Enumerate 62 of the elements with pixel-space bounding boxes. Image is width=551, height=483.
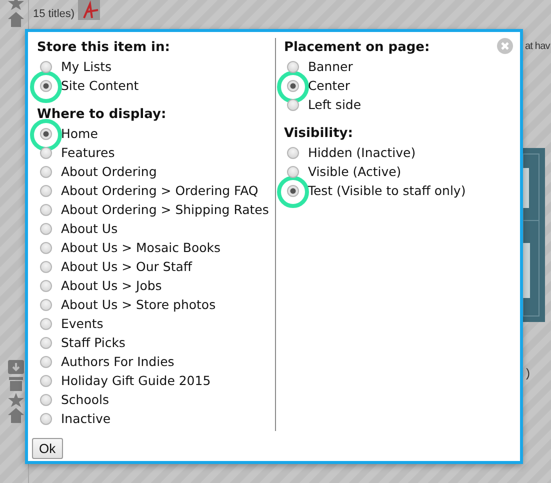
radio-option[interactable]: Left side (284, 95, 520, 114)
radio-option[interactable]: Hidden (Inactive) (284, 143, 520, 162)
radio-button[interactable] (40, 298, 52, 310)
radio-option[interactable]: About Us > Jobs (37, 276, 275, 295)
radio-button[interactable] (40, 128, 52, 140)
radio-option[interactable]: Schools (37, 390, 275, 409)
star-icon[interactable] (8, 0, 24, 10)
radio-button[interactable] (286, 60, 299, 72)
radio-option[interactable]: About Ordering > Shipping Rates (37, 200, 275, 219)
radio-option[interactable]: Holiday Gift Guide 2015 (37, 371, 275, 390)
radio-button[interactable] (40, 146, 52, 158)
radio-option[interactable]: Home (37, 124, 275, 143)
radio-option[interactable]: Center (284, 76, 520, 95)
radio-button[interactable] (40, 374, 52, 386)
radio-button[interactable] (286, 184, 299, 196)
radio-button[interactable] (40, 394, 52, 406)
radio-button[interactable] (40, 412, 52, 424)
page-text: 15 titles) (33, 8, 75, 20)
radio-button[interactable] (286, 98, 299, 110)
radio-button[interactable] (286, 80, 299, 92)
radio-option[interactable]: About Ordering > Ordering FAQ (37, 181, 275, 200)
radio-button[interactable] (40, 222, 52, 234)
radio-button[interactable] (40, 318, 52, 330)
radio-option[interactable]: About Us > Our Staff (37, 257, 275, 276)
group-heading: Where to display: (37, 106, 166, 124)
radio-option[interactable]: About Us > Mosaic Books (37, 238, 275, 257)
radio-option[interactable]: Events (37, 314, 275, 333)
radio-button[interactable] (286, 146, 299, 158)
home-icon[interactable] (8, 408, 24, 423)
radio-option[interactable]: Staff Picks (37, 333, 275, 352)
group-heading: Visibility: (284, 125, 353, 143)
group-heading: Placement on page: (284, 39, 430, 57)
close-icon[interactable] (497, 38, 513, 54)
home-icon[interactable] (8, 12, 24, 27)
radio-button[interactable] (286, 166, 299, 178)
star-icon[interactable] (8, 393, 24, 407)
radio-button[interactable] (40, 184, 52, 196)
radio-option[interactable]: About Us > Store photos (37, 295, 275, 314)
radio-button[interactable] (40, 166, 52, 178)
radio-button[interactable] (40, 336, 52, 348)
radio-button[interactable] (40, 356, 52, 368)
download-icon[interactable] (8, 360, 24, 374)
radio-option[interactable]: Site Content (37, 76, 275, 95)
radio-option[interactable]: Visible (Active) (284, 162, 520, 181)
group-heading: Store this item in: (37, 39, 170, 57)
page-text: at hav (525, 41, 550, 52)
radio-option[interactable]: Inactive (37, 409, 275, 428)
radio-button[interactable] (40, 260, 52, 272)
radio-button[interactable] (40, 80, 52, 92)
trash-icon[interactable] (9, 377, 23, 391)
radio-option[interactable]: About Us (37, 219, 275, 238)
radio-option[interactable]: My Lists (37, 57, 275, 76)
radio-button[interactable] (40, 242, 52, 254)
radio-option[interactable]: Features (37, 143, 275, 162)
radio-button[interactable] (40, 280, 52, 292)
radio-button[interactable] (40, 204, 52, 216)
page-text: ) (526, 366, 530, 380)
radio-option[interactable]: Authors For Indies (37, 352, 275, 371)
radio-option[interactable]: Banner (284, 57, 520, 76)
ok-button[interactable]: Ok (32, 438, 63, 459)
radio-button[interactable] (40, 60, 52, 72)
radio-option[interactable]: About Ordering (37, 162, 275, 181)
